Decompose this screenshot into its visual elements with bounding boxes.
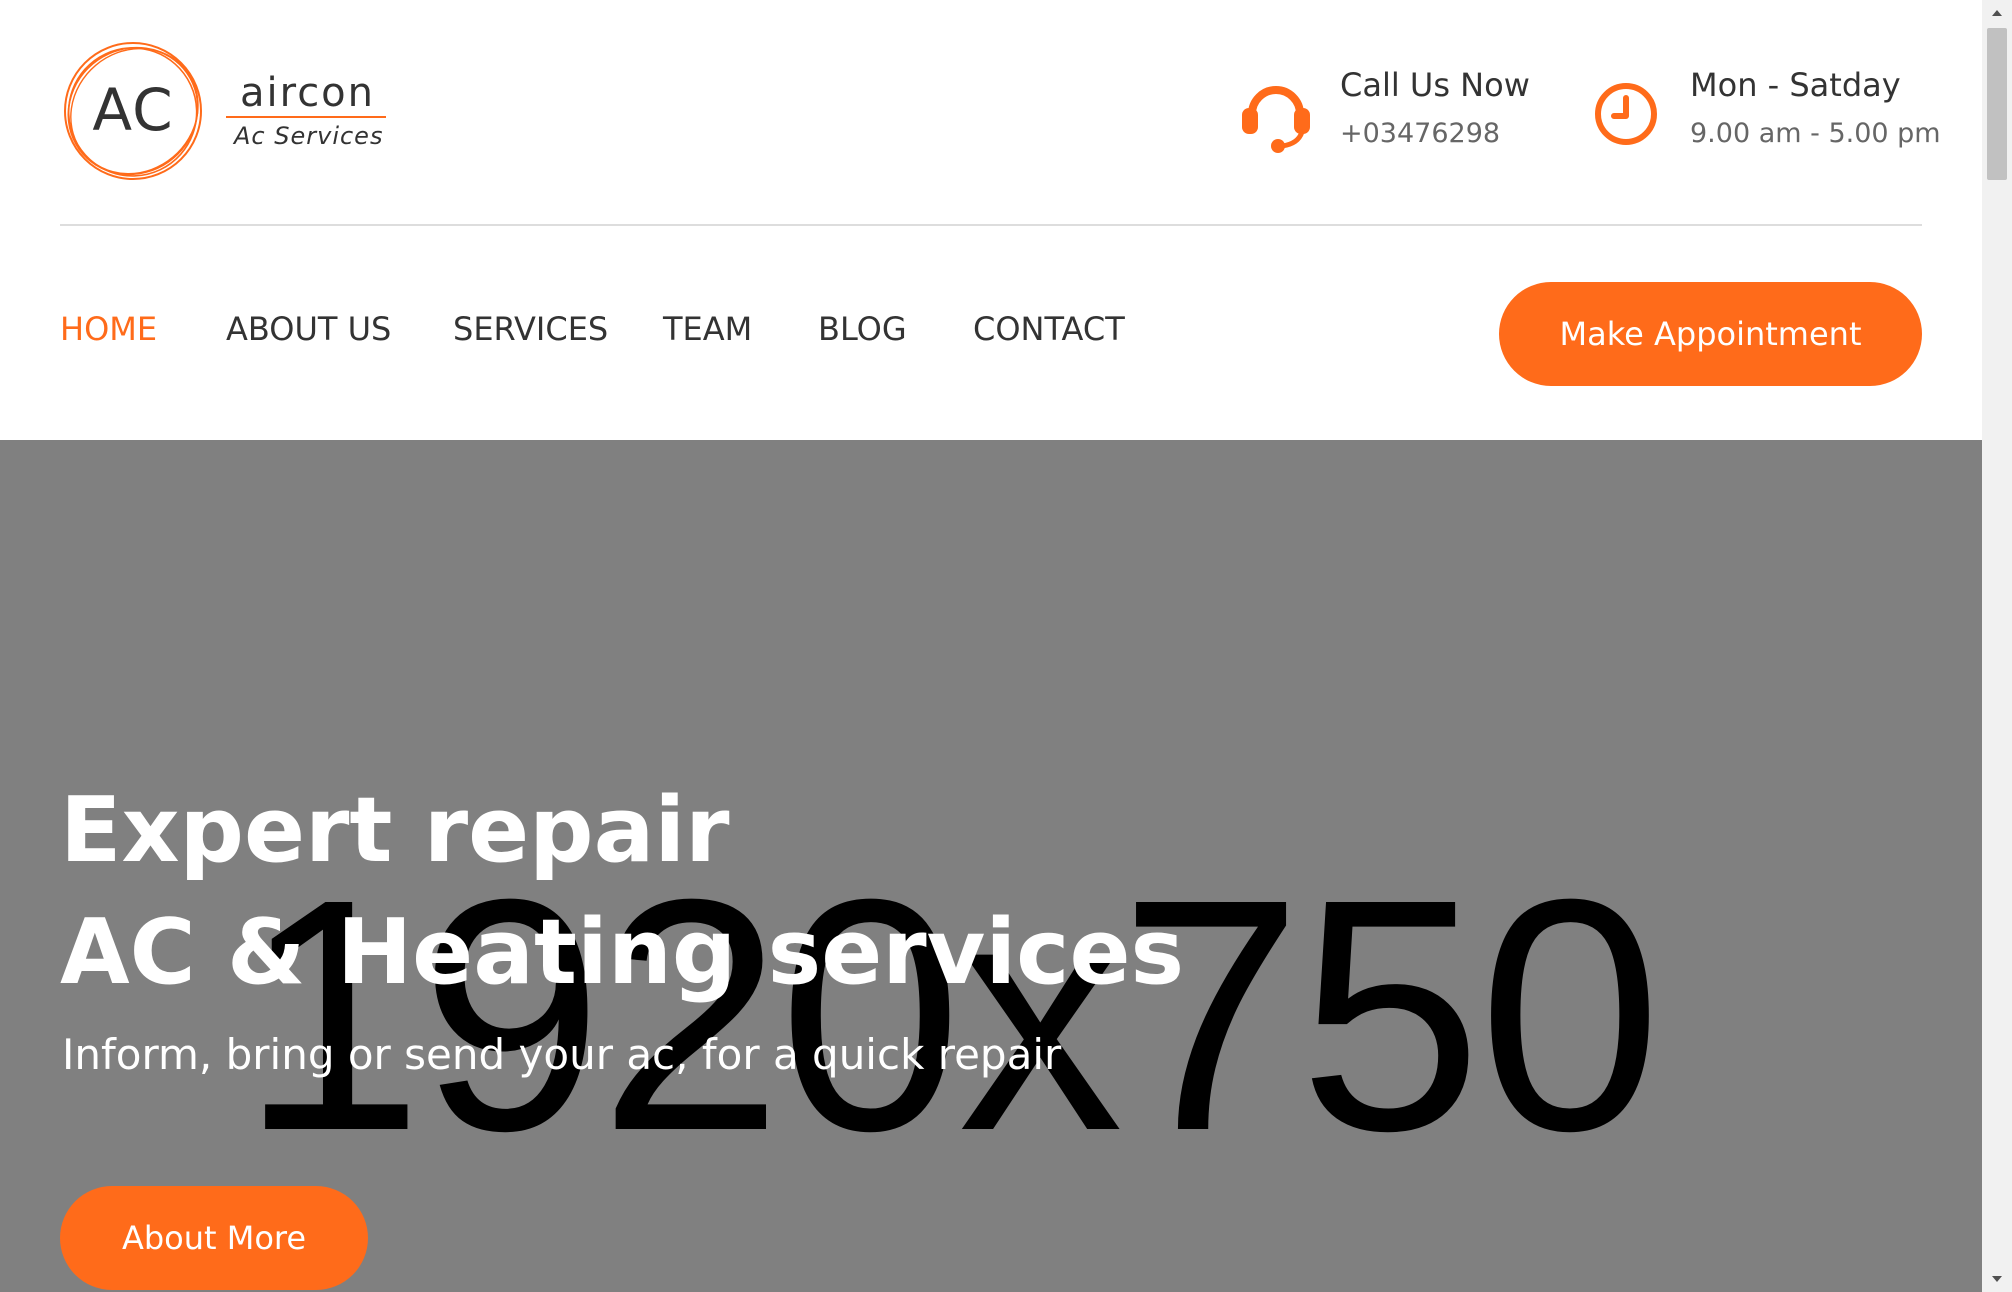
about-more-button[interactable]: About More [60,1186,368,1290]
hours-value: 9.00 am - 5.00 pm [1690,118,1941,149]
hours-title: Mon - Satday [1690,66,1901,104]
header-divider [60,224,1922,226]
headset-icon [1242,86,1310,153]
nav-item-home[interactable]: HOME [60,310,157,348]
logo-underline [226,116,386,118]
make-appointment-button[interactable]: Make Appointment [1499,282,1922,386]
nav-item-about-us[interactable]: ABOUT US [226,310,391,348]
call-title: Call Us Now [1340,66,1530,104]
scroll-up-arrow-icon[interactable] [1982,0,2012,26]
hero-subtitle: Inform, bring or send your ac, for a qui… [62,1030,1062,1079]
hero-banner: 1920x750 Expert repair AC & Heating serv… [0,440,1982,1292]
scroll-down-arrow-icon[interactable] [1982,1266,2012,1292]
clock-icon [1595,83,1657,145]
call-phone[interactable]: +03476298 [1340,118,1500,149]
hero-title-line2: AC & Heating services [60,900,1185,1005]
site-logo[interactable]: AC aircon Ac Services [60,38,400,188]
scrollbar-thumb[interactable] [1987,28,2007,180]
hero-title-line1: Expert repair [60,778,730,883]
page-scrollbar[interactable] [1982,0,2012,1292]
nav-item-contact[interactable]: CONTACT [973,310,1125,348]
hero-title: Expert repair AC & Heating services [60,770,1184,1014]
nav-item-team[interactable]: TEAM [663,310,752,348]
logo-mark: AC [92,76,174,144]
nav-item-services[interactable]: SERVICES [453,310,608,348]
nav-item-blog[interactable]: BLOG [818,310,907,348]
logo-name: aircon [240,70,376,116]
logo-tagline: Ac Services [234,122,384,150]
